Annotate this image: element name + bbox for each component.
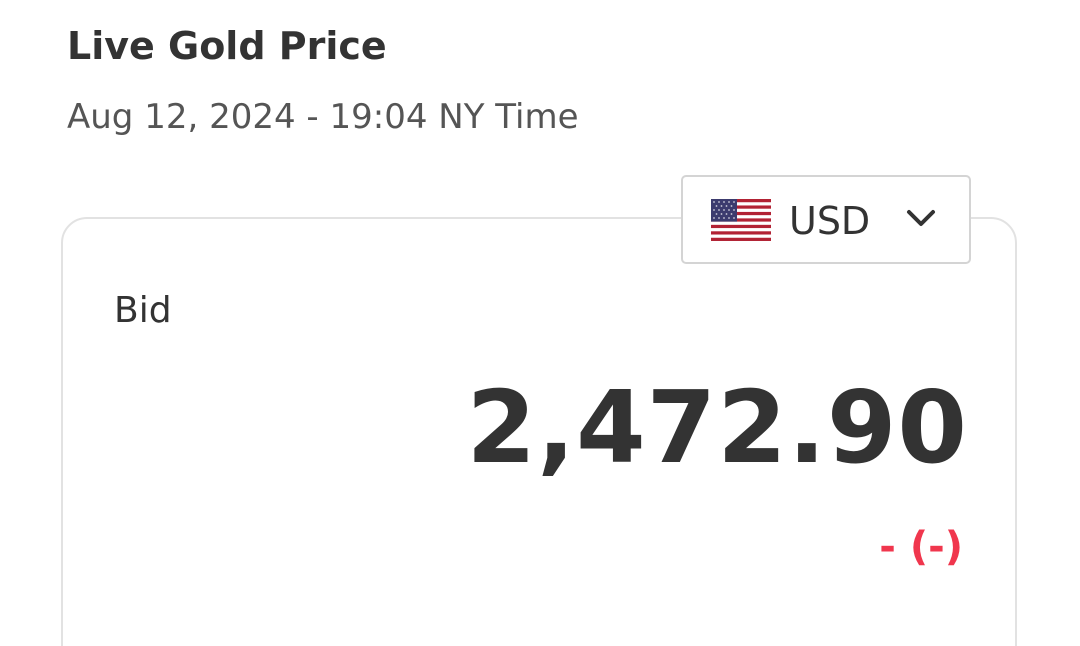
bid-label: Bid (114, 290, 172, 331)
price-change: - (-) (879, 524, 963, 570)
bid-price-value: 2,472.90 (466, 369, 968, 486)
currency-selected-label: USD (789, 199, 871, 243)
chevron-down-icon (905, 207, 937, 229)
us-flag-icon (711, 199, 771, 241)
price-timestamp: Aug 12, 2024 - 19:04 NY Time (67, 97, 579, 137)
gold-price-page: Live Gold Price Aug 12, 2024 - 19:04 NY … (0, 0, 1080, 646)
currency-dropdown[interactable]: USD (681, 175, 971, 264)
page-title: Live Gold Price (67, 24, 387, 68)
